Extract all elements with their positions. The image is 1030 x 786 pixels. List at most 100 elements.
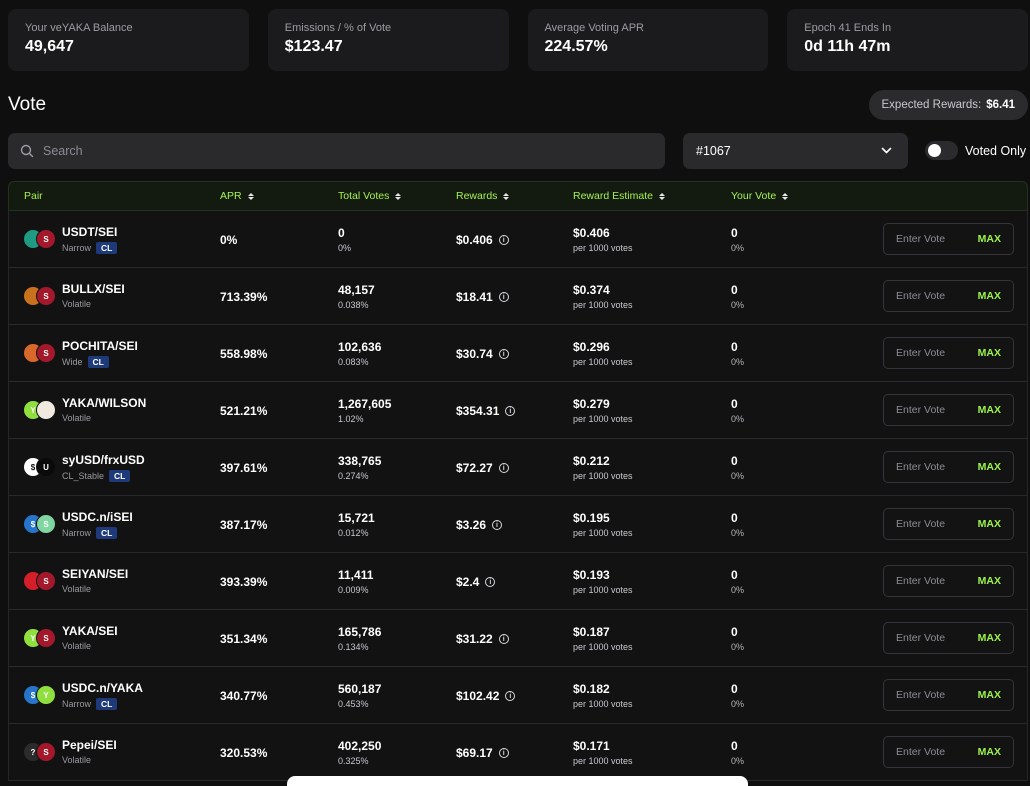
vote-input-group: MAX [883,736,1014,768]
your-vote-value: 0 [731,739,738,753]
max-button[interactable]: MAX [978,404,1001,416]
pair-name[interactable]: YAKA/SEI [62,624,118,638]
total-votes-percent: 0.009% [338,585,369,595]
max-button[interactable]: MAX [978,290,1001,302]
reward-estimate-value: $0.193 [573,568,610,582]
apr-value: 713.39% [220,290,268,304]
max-button[interactable]: MAX [978,518,1001,530]
pair-name[interactable]: USDT/SEI [62,225,117,239]
rewards-cell: $0.406 i [456,233,509,247]
vote-input[interactable] [896,518,956,530]
apr-value: 387.17% [220,518,268,532]
column-header-reward-estimate[interactable]: Reward Estimate [573,190,665,202]
column-header-rewards[interactable]: Rewards [456,190,510,202]
stat-value: 224.57% [544,38,608,55]
table-header: Pair APR Total Votes Rewards Reward Esti… [8,181,1028,211]
info-icon[interactable]: i [485,577,496,587]
pair-name[interactable]: SEIYAN/SEI [62,567,128,581]
reward-estimate-value: $0.374 [573,283,610,297]
info-icon[interactable]: i [498,292,509,302]
vote-input[interactable] [896,575,956,587]
reward-estimate-unit: per 1000 votes [573,243,633,253]
reward-estimate-value: $0.279 [573,397,610,411]
bottom-overlay-bar [287,776,748,786]
apr-value: 558.98% [220,347,268,361]
total-votes-percent: 1.02% [338,414,364,424]
search-input[interactable] [43,144,665,158]
pair-type: Volatile [62,641,91,651]
column-label: Reward Estimate [573,190,653,202]
max-button[interactable]: MAX [978,347,1001,359]
pair-type: Narrow CL [62,527,118,539]
sort-icon [395,192,402,200]
vote-input[interactable] [896,347,956,359]
your-vote-percent: 0% [731,699,745,709]
max-button[interactable]: MAX [978,461,1001,473]
pair-name[interactable]: USDC.n/YAKA [62,681,143,695]
max-button[interactable]: MAX [978,233,1001,245]
vote-input-group: MAX [883,565,1014,597]
info-icon[interactable]: i [498,634,509,644]
vote-input[interactable] [896,746,956,758]
rewards-value: $3.26 [456,518,487,532]
pair-name[interactable]: USDC.n/iSEI [62,510,133,524]
table-body: S USDT/SEI Narrow CL 0% 0 0% $0.406 i $0… [8,211,1028,781]
search-bar[interactable] [8,133,665,169]
apr-value: 340.77% [220,689,268,703]
reward-estimate-unit: per 1000 votes [573,528,633,538]
pair-name[interactable]: syUSD/frxUSD [62,453,145,467]
max-button[interactable]: MAX [978,746,1001,758]
vote-input[interactable] [896,404,956,416]
your-vote-percent: 0% [731,528,745,538]
rewards-cell: $18.41 i [456,290,509,304]
column-header-apr[interactable]: APR [220,190,254,202]
column-header-your-vote[interactable]: Your Vote [731,190,789,202]
vote-input[interactable] [896,632,956,644]
rewards-cell: $72.27 i [456,461,509,475]
column-label: Your Vote [731,190,777,202]
pair-name[interactable]: YAKA/WILSON [62,396,146,410]
info-icon[interactable]: i [498,748,509,758]
rewards-cell: $30.74 i [456,347,509,361]
vote-input[interactable] [896,461,956,473]
pair-token-icons: $ Y [23,684,59,706]
pool-type-label: Volatile [62,584,92,594]
rewards-value: $2.4 [456,575,480,589]
sei-token-icon: S [36,343,56,363]
info-icon[interactable]: i [492,520,503,530]
vote-input-group: MAX [883,394,1014,426]
rewards-value: $30.74 [456,347,493,361]
reward-estimate-unit: per 1000 votes [573,699,633,709]
pair-name[interactable]: Pepei/SEI [62,738,117,752]
apr-value: 0% [220,233,238,247]
vote-input[interactable] [896,689,956,701]
info-icon[interactable]: i [498,349,509,359]
info-icon[interactable]: i [505,406,516,416]
vote-input[interactable] [896,233,956,245]
column-header-total-votes[interactable]: Total Votes [338,190,402,202]
rewards-cell: $354.31 i [456,404,516,418]
pair-token-icons: Y [23,399,59,421]
pool-type-label: CL_Stable [62,471,105,481]
vote-nft-select[interactable]: #1067 [683,133,908,169]
info-icon[interactable]: i [498,235,509,245]
info-icon[interactable]: i [498,463,509,473]
pair-name[interactable]: POCHITA/SEI [62,339,138,353]
vote-input[interactable] [896,290,956,302]
max-button[interactable]: MAX [978,575,1001,587]
stat-value: 49,647 [25,38,74,55]
pair-name[interactable]: BULLX/SEI [62,282,125,296]
info-icon[interactable]: i [505,691,516,701]
voted-only-toggle[interactable] [925,141,958,160]
max-button[interactable]: MAX [978,689,1001,701]
total-votes-value: 560,187 [338,682,382,696]
expected-rewards-badge: Expected Rewards: $6.41 [868,90,1028,120]
cl-badge: CL [96,527,118,539]
stat-label: Emissions / % of Vote [284,22,392,34]
your-vote-percent: 0% [731,585,745,595]
your-vote-value: 0 [731,511,738,525]
pair-token-icons: $ S [23,513,59,535]
pool-type-label: Narrow [62,699,92,709]
your-vote-percent: 0% [731,357,745,367]
max-button[interactable]: MAX [978,632,1001,644]
